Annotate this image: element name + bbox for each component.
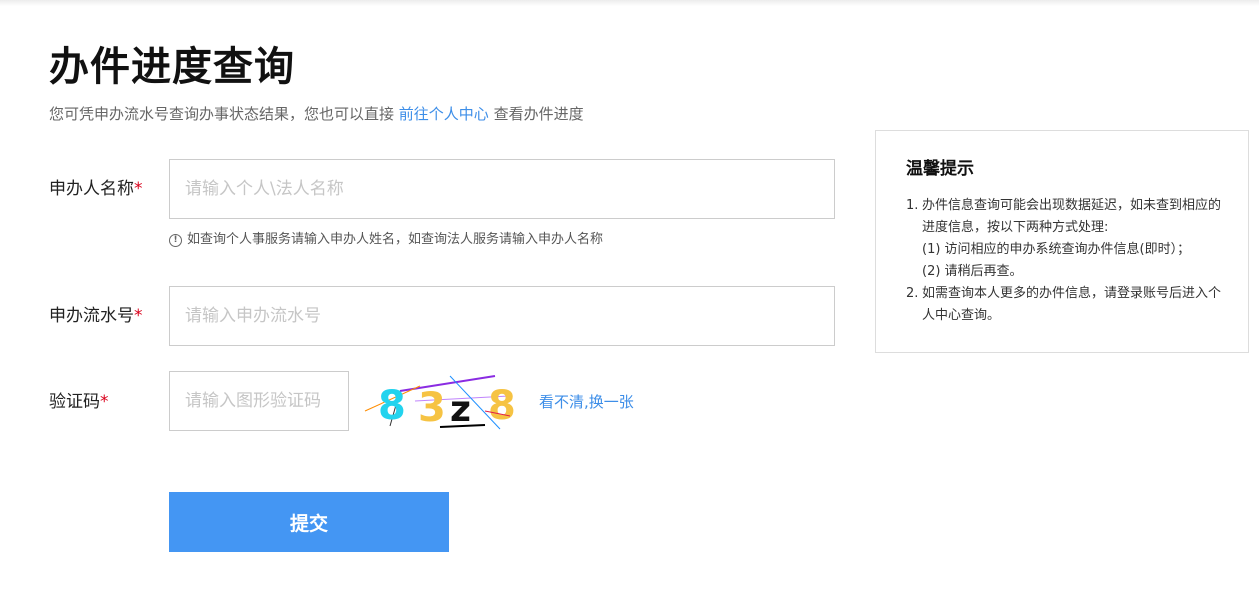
applicant-name-input[interactable] xyxy=(170,160,834,218)
list-item: 2. 如需查询本人更多的办件信息，请登录账号后进入个人中心查询。 xyxy=(906,283,1226,327)
hint-text: 如查询个人事服务请输入申办人姓名，如查询法人服务请输入申办人名称 xyxy=(187,232,604,247)
tip-sub-item: (1) 访问相应的申办系统查询办件信息(即时）； xyxy=(922,242,1191,257)
captcha-label-text: 验证码 xyxy=(49,392,100,412)
applicant-name-label: 申办人名称* xyxy=(49,178,143,200)
tip-sub-item: (2) 请稍后再查。 xyxy=(922,264,1023,279)
personal-center-link[interactable]: 前往个人中心 xyxy=(399,105,489,123)
applicant-name-label-text: 申办人名称 xyxy=(49,179,134,199)
required-mark: * xyxy=(134,179,143,199)
tip-number: 2. xyxy=(906,286,919,301)
subtitle-suffix: 查看办件进度 xyxy=(488,105,584,123)
serial-number-input[interactable] xyxy=(170,287,834,345)
applicant-name-hint: ! 如查询个人事服务请输入申办人姓名，如查询法人服务请输入申办人名称 xyxy=(169,231,603,249)
required-mark: * xyxy=(100,392,109,412)
serial-number-field-box xyxy=(169,286,835,346)
tips-title: 温馨提示 xyxy=(906,159,974,179)
captcha-field-box xyxy=(169,371,349,431)
serial-number-label-text: 申办流水号 xyxy=(49,306,134,326)
captcha-char: 8 xyxy=(488,383,516,429)
tip-text: 办件信息查询可能会出现数据延迟，如未查到相应的进度信息，按以下两种方式处理: (… xyxy=(922,195,1226,283)
top-shadow xyxy=(0,0,1259,6)
page-subtitle: 您可凭申办流水号查询办事状态结果，您也可以直接 前往个人中心 查看办件进度 xyxy=(49,104,584,124)
page-title: 办件进度查询 xyxy=(49,44,295,90)
required-mark: * xyxy=(134,306,143,326)
captcha-char: z xyxy=(450,389,471,430)
list-item: 1. 办件信息查询可能会出现数据延迟，如未查到相应的进度信息，按以下两种方式处理… xyxy=(906,195,1226,283)
captcha-label: 验证码* xyxy=(49,391,109,413)
tip-main-text: 办件信息查询可能会出现数据延迟，如未查到相应的进度信息，按以下两种方式处理: xyxy=(922,198,1222,235)
tips-panel: 温馨提示 1. 办件信息查询可能会出现数据延迟，如未查到相应的进度信息，按以下两… xyxy=(875,130,1249,353)
tip-number: 1. xyxy=(906,198,919,213)
tips-list: 1. 办件信息查询可能会出现数据延迟，如未查到相应的进度信息，按以下两种方式处理… xyxy=(906,195,1226,327)
submit-button[interactable]: 提交 xyxy=(169,492,449,552)
captcha-image[interactable]: 8 3 z 8 xyxy=(360,371,526,431)
captcha-char: 3 xyxy=(418,385,446,431)
tip-text: 如需查询本人更多的办件信息，请登录账号后进入个人中心查询。 xyxy=(922,286,1222,323)
info-circle-icon: ! xyxy=(169,233,182,247)
captcha-char: 8 xyxy=(378,383,406,429)
subtitle-prefix: 您可凭申办流水号查询办事状态结果，您也可以直接 xyxy=(49,105,399,123)
refresh-captcha-link[interactable]: 看不清,换一张 xyxy=(539,392,634,412)
applicant-name-field-box xyxy=(169,159,835,219)
captcha-input[interactable] xyxy=(170,372,348,430)
serial-number-label: 申办流水号* xyxy=(49,305,143,327)
